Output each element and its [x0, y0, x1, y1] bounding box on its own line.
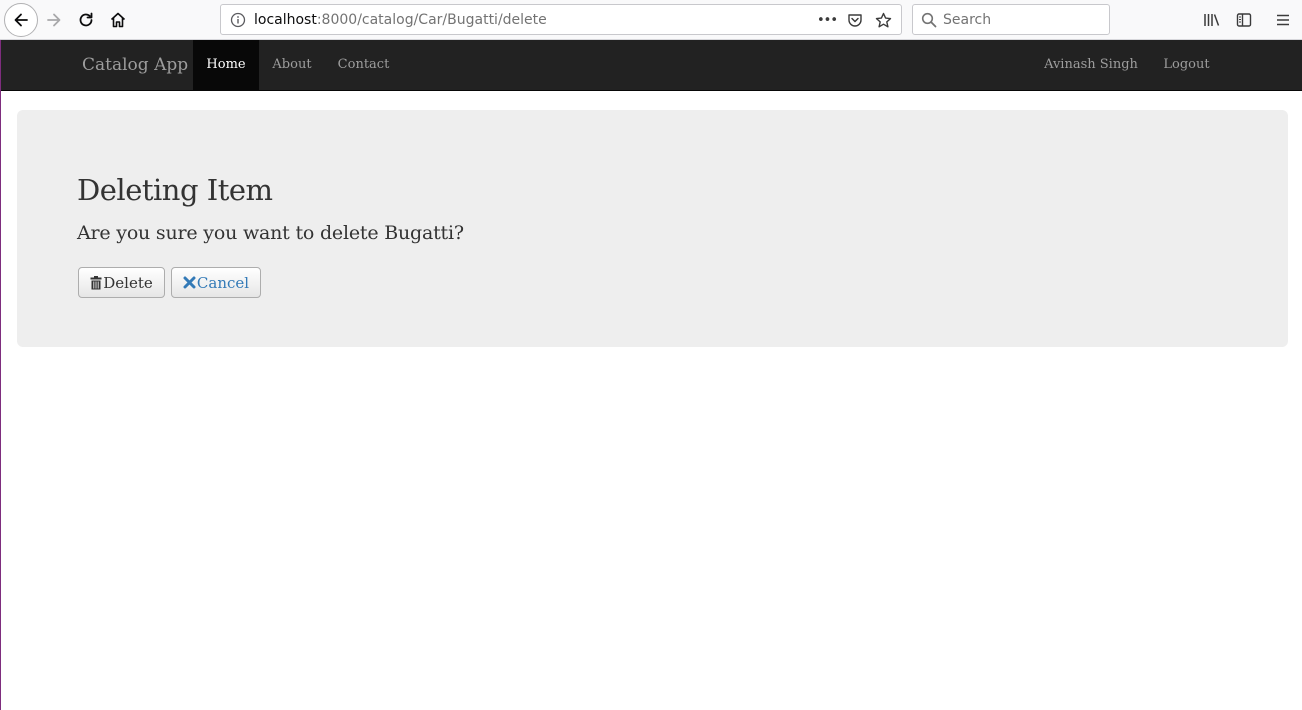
delete-button[interactable]: Delete — [78, 267, 165, 298]
nav-about[interactable]: About — [259, 40, 325, 90]
pocket-icon — [848, 14, 862, 27]
confirm-message: Are you sure you want to delete Bugatti? — [77, 222, 464, 244]
hamburger-icon — [1277, 14, 1289, 26]
trash-icon — [90, 275, 102, 289]
back-button[interactable] — [4, 3, 38, 37]
nav-home[interactable]: Home — [193, 40, 259, 90]
brand-link[interactable]: Catalog App — [82, 40, 188, 90]
library-icon — [1204, 14, 1220, 26]
sidebar-button[interactable] — [1228, 4, 1260, 36]
menu-button[interactable] — [1267, 4, 1299, 36]
nav-user-name[interactable]: Avinash Singh — [1032, 40, 1150, 90]
url-path: :8000/catalog/Car/Bugatti/delete — [316, 12, 547, 28]
forward-arrow-icon — [47, 13, 61, 27]
pocket-button[interactable] — [841, 8, 869, 32]
cancel-button-label: Cancel — [196, 273, 250, 292]
page-content: Catalog App Home About Contact Avinash S… — [0, 40, 1302, 710]
delete-panel: Deleting Item Are you sure you want to d… — [17, 110, 1288, 347]
library-button[interactable] — [1196, 4, 1228, 36]
back-arrow-icon — [14, 13, 28, 27]
nav-logout[interactable]: Logout — [1150, 40, 1223, 90]
search-bar[interactable] — [912, 4, 1110, 35]
home-button[interactable] — [102, 4, 134, 36]
search-input[interactable] — [943, 9, 1103, 31]
close-icon — [183, 276, 196, 289]
site-navbar: Catalog App Home About Contact Avinash S… — [1, 40, 1302, 91]
bookmark-button[interactable] — [869, 8, 897, 32]
reload-button[interactable] — [70, 4, 102, 36]
browser-toolbar: localhost:8000/catalog/Car/Bugatti/delet… — [0, 0, 1302, 40]
forward-button[interactable] — [38, 4, 70, 36]
info-icon[interactable] — [230, 12, 246, 28]
search-icon — [921, 12, 937, 28]
nav-contact[interactable]: Contact — [325, 40, 402, 90]
sidebar-icon — [1236, 13, 1252, 27]
delete-button-label: Delete — [103, 273, 153, 292]
star-icon — [875, 12, 891, 27]
reload-icon — [79, 12, 93, 27]
page-actions-button[interactable]: ••• — [813, 8, 841, 32]
page-title: Deleting Item — [77, 173, 273, 207]
url-actions: ••• — [813, 8, 897, 32]
url-bar[interactable]: localhost:8000/catalog/Car/Bugatti/delet… — [220, 4, 902, 35]
url-host: localhost — [254, 12, 317, 28]
cancel-button[interactable]: Cancel — [171, 267, 261, 298]
home-icon — [110, 12, 126, 28]
url-text[interactable]: localhost:8000/catalog/Car/Bugatti/delet… — [254, 11, 547, 29]
more-icon: ••• — [816, 12, 838, 28]
